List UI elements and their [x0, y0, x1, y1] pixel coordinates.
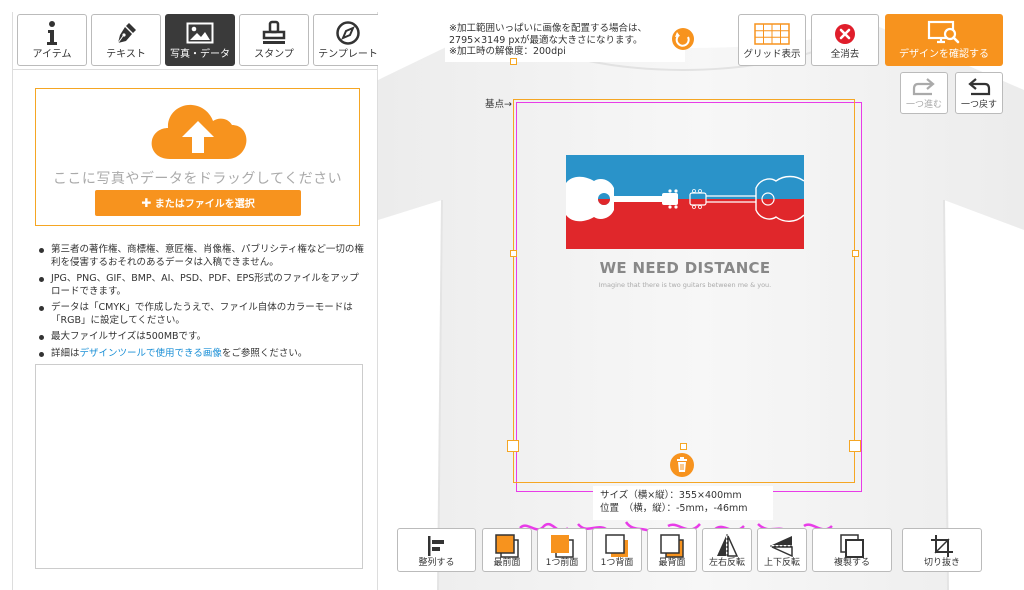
undo-label: 一つ戻す: [960, 100, 997, 110]
bring-to-front-button[interactable]: 最前面: [482, 528, 532, 572]
bring-forward-label: 1つ前面: [545, 558, 579, 568]
clear-all-button[interactable]: 全消去: [811, 14, 879, 66]
upload-notes: 第三者の著作権、商標権、意匠権、肖像権、パブリシティ権など一切の権利を侵害するお…: [37, 244, 367, 364]
rotate-icon: [675, 32, 690, 47]
info-line: ※加工時の解像度：200dpi: [449, 46, 566, 57]
size-line: サイズ（横×縦）：355×400mm: [600, 490, 742, 501]
resize-handle[interactable]: [507, 440, 519, 452]
note-item: 最大ファイルサイズは500MBです。: [37, 331, 367, 344]
grid-toggle-button[interactable]: グリッド表示: [738, 14, 806, 66]
note-suffix: をご参照ください。: [221, 347, 308, 359]
note-item: JPG、PNG、GIF、BMP、AI、PSD、PDF、EPS形式のファイルをアッ…: [37, 273, 367, 298]
note-item: 詳細はデザインツールで使用できる画像をご参照ください。: [37, 348, 367, 361]
plus-icon: ✚: [141, 196, 152, 210]
info-line: 2795×3149 pxが最適な大きさになります。: [449, 34, 643, 46]
undo-icon: [956, 77, 1002, 99]
tab-template[interactable]: テンプレート: [313, 14, 383, 66]
upload-dropzone[interactable]: ここに写真やデータをドラッグしてください ✚ またはファイルを選択: [35, 88, 360, 226]
trash-icon: [677, 457, 687, 472]
tab-label: 写真・データ: [170, 49, 230, 60]
resize-handle[interactable]: [852, 250, 859, 257]
grid-icon: [739, 20, 805, 48]
pen-icon: [92, 19, 160, 47]
tab-item[interactable]: アイテム: [17, 14, 87, 66]
guitar-graphic: [566, 155, 804, 249]
drop-hint-text: ここに写真やデータをドラッグしてください: [52, 171, 343, 187]
align-label: 整列する: [418, 558, 455, 568]
design-subtitle-text: Imagine that there is two guitars betwee…: [598, 281, 772, 289]
size-position-info: サイズ（横×縦）：355×400mm 位置 （横，縦）：-5mm，-46mm: [593, 486, 773, 520]
send-to-back-label: 最背面: [658, 558, 686, 568]
flip-vertical-label: 上下反転: [763, 558, 800, 568]
base-point-label: 基点→: [485, 99, 512, 110]
select-file-label: またはファイルを選択: [154, 199, 255, 210]
check-design-button[interactable]: デザインを確認する: [885, 14, 1003, 66]
rotate-handle[interactable]: [672, 28, 694, 50]
note-prefix: 詳細は: [51, 347, 80, 359]
grid-label: グリッド表示: [743, 49, 801, 60]
send-backward-label: 1つ背面: [600, 558, 634, 568]
redo-button[interactable]: 一つ進む: [900, 72, 948, 114]
uploaded-files-list[interactable]: [35, 364, 363, 569]
duplicate-button[interactable]: 複製する: [812, 528, 892, 572]
tab-label: スタンプ: [254, 49, 294, 60]
resize-handle[interactable]: [510, 250, 517, 257]
info-icon: [18, 19, 86, 47]
crop-label: 切り抜き: [923, 558, 960, 568]
design-canvas[interactable]: ※加工範囲いっぱいに画像を配置する場合は、 2795×3149 pxが最適な大き…: [378, 0, 1024, 590]
flip-horizontal-label: 左右反転: [708, 558, 745, 568]
note-item: データは「CMYK」で作成したうえで、ファイル自体のカラーモードは「RGB」に設…: [37, 302, 367, 327]
align-button[interactable]: 整列する: [397, 528, 476, 572]
crop-button[interactable]: 切り抜き: [902, 528, 982, 572]
check-design-label: デザインを確認する: [899, 49, 989, 60]
resize-handle[interactable]: [510, 58, 517, 65]
cloud-upload-icon: [148, 97, 248, 165]
bring-forward-button[interactable]: 1つ前面: [537, 528, 587, 572]
resize-handle[interactable]: [849, 440, 861, 452]
stamp-icon: [240, 19, 308, 47]
compass-icon: [314, 19, 382, 47]
select-file-button[interactable]: ✚ またはファイルを選択: [95, 190, 301, 216]
duplicate-label: 複製する: [833, 558, 870, 568]
position-line: 位置 （横，縦）：-5mm，-46mm: [600, 502, 748, 514]
preview-monitor-icon: [885, 19, 1003, 47]
usable-images-link[interactable]: デザインツールで使用できる画像: [80, 348, 222, 359]
close-circle-icon: [812, 20, 878, 48]
resize-handle[interactable]: [680, 443, 687, 450]
redo-label: 一つ進む: [905, 100, 942, 110]
note-item: 第三者の著作権、商標権、意匠権、肖像権、パブリシティ権など一切の権利を侵害するお…: [37, 244, 367, 269]
clear-all-label: 全消去: [830, 49, 860, 60]
flip-vertical-button[interactable]: 上下反転: [757, 528, 807, 572]
tab-text[interactable]: テキスト: [91, 14, 161, 66]
tab-label: テキスト: [106, 49, 146, 60]
print-info-note: ※加工範囲いっぱいに画像を配置する場合は、 2795×3149 pxが最適な大き…: [445, 22, 685, 62]
image-icon: [166, 19, 234, 47]
tab-label: アイテム: [32, 49, 72, 60]
send-to-back-button[interactable]: 最背面: [647, 528, 697, 572]
tab-photo-data[interactable]: 写真・データ: [165, 14, 235, 66]
redo-icon: [901, 77, 947, 99]
send-backward-button[interactable]: 1つ背面: [592, 528, 642, 572]
flip-horizontal-button[interactable]: 左右反転: [702, 528, 752, 572]
undo-button[interactable]: 一つ戻す: [955, 72, 1003, 114]
tab-stamp[interactable]: スタンプ: [239, 14, 309, 66]
tab-divider: [13, 69, 379, 70]
tab-bar: アイテム テキスト 写真・データ スタンプ テンプレート: [17, 14, 383, 66]
info-line: ※加工範囲いっぱいに画像を配置する場合は、: [449, 23, 647, 34]
bring-to-front-label: 最前面: [493, 558, 521, 568]
tab-label: テンプレート: [318, 49, 378, 60]
delete-object-button[interactable]: [670, 453, 694, 477]
design-title-text: WE NEED DISTANCE: [599, 259, 771, 277]
left-panel: アイテム テキスト 写真・データ スタンプ テンプレート ここに写真やデータをド…: [12, 12, 383, 590]
